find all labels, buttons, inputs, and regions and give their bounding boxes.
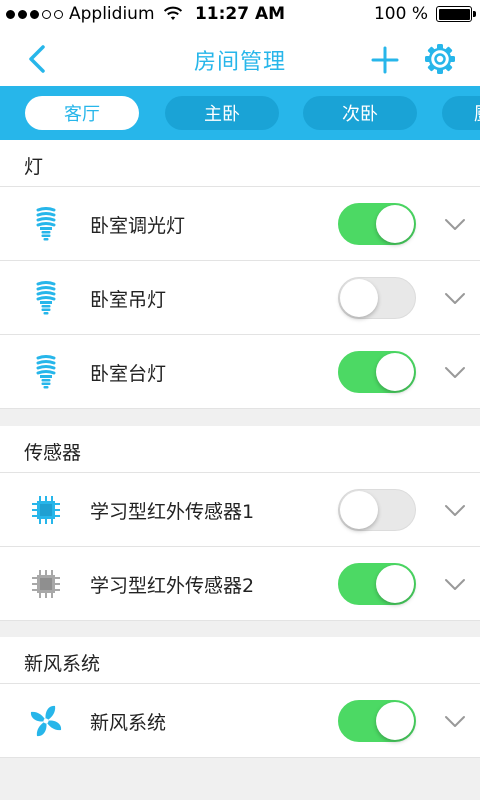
settings-button[interactable] (421, 40, 459, 78)
device-name: 卧室调光灯 (90, 215, 186, 237)
chevron-down-icon[interactable] (443, 288, 467, 308)
bulb-icon (28, 354, 64, 390)
tab-second-bedroom[interactable]: 次卧 (303, 96, 417, 130)
section-title: 新风系统 (24, 653, 101, 675)
chevron-down-icon[interactable] (443, 500, 467, 520)
device-toggle[interactable] (338, 700, 416, 742)
device-name: 学习型红外传感器1 (90, 501, 255, 523)
device-row: 学习型红外传感器1 (0, 473, 480, 547)
chevron-down-icon[interactable] (443, 362, 467, 382)
chevron-down-icon[interactable] (443, 214, 467, 234)
room-tab-bar: 客厅 主卧 次卧 厨 (0, 86, 480, 140)
gear-icon (425, 44, 455, 74)
section-header-fresh-air: 新风系统 (0, 637, 480, 684)
page-title: 房间管理 (193, 50, 286, 75)
plus-icon (371, 46, 399, 74)
chevron-down-icon[interactable] (443, 574, 467, 594)
device-toggle[interactable] (338, 277, 416, 319)
nav-bar: 房间管理 (0, 32, 480, 86)
tab-kitchen[interactable]: 厨 (442, 96, 480, 130)
status-right: 100 % (373, 4, 476, 24)
battery-percent: 100 % (373, 4, 428, 24)
back-button[interactable] (20, 40, 54, 78)
device-name: 新风系统 (90, 712, 167, 734)
device-name: 学习型红外传感器2 (90, 575, 255, 597)
device-row: 卧室调光灯 (0, 187, 480, 261)
device-row: 卧室吊灯 (0, 261, 480, 335)
chip-icon (28, 566, 64, 602)
device-row: 卧室台灯 (0, 335, 480, 409)
chip-icon (28, 492, 64, 528)
device-row: 学习型红外传感器2 (0, 547, 480, 621)
device-name: 卧室吊灯 (90, 289, 167, 311)
device-list: 灯 卧室调光灯 卧室吊灯 卧室台灯 传感器 学习型红外传感器1 学习型红外传感器… (0, 140, 480, 800)
section-title: 灯 (24, 156, 44, 178)
bulb-icon (28, 206, 64, 242)
bulb-icon (28, 280, 64, 316)
tab-master-bedroom[interactable]: 主卧 (165, 96, 279, 130)
device-toggle[interactable] (338, 351, 416, 393)
device-toggle[interactable] (338, 489, 416, 531)
device-row: 新风系统 (0, 684, 480, 758)
device-name: 卧室台灯 (90, 363, 167, 385)
section-header-lights: 灯 (0, 140, 480, 187)
add-device-button[interactable] (366, 41, 404, 79)
chevron-left-icon (29, 45, 45, 73)
status-bar: Applidium 11:27 AM 100 % (0, 0, 480, 32)
device-toggle[interactable] (338, 563, 416, 605)
chevron-down-icon[interactable] (443, 711, 467, 731)
fan-icon (28, 703, 64, 739)
section-header-sensors: 传感器 (0, 426, 480, 473)
tab-living-room[interactable]: 客厅 (25, 96, 139, 130)
section-title: 传感器 (24, 442, 82, 464)
device-toggle[interactable] (338, 203, 416, 245)
battery-icon (436, 6, 476, 22)
